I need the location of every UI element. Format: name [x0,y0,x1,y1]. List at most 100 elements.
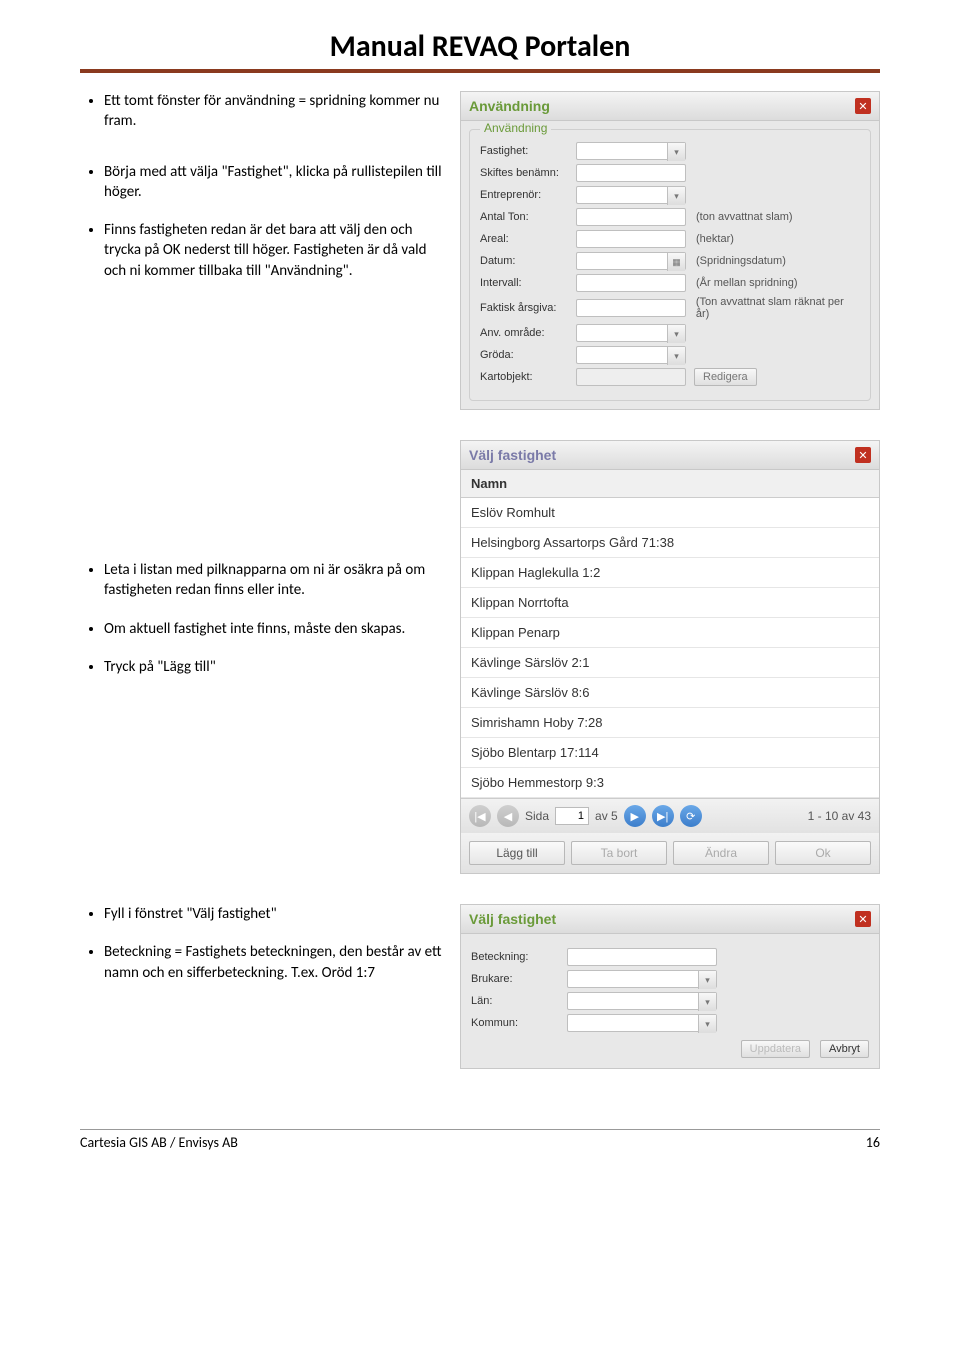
field-hint: (Spridningsdatum) [696,255,786,267]
select-property-panel: Välj fastighet ✕ Namn Eslöv RomhultHelsi… [460,440,880,874]
field-input[interactable]: ▾ [576,346,686,364]
form-row: Datum: ▦ (Spridningsdatum) [480,252,860,270]
list-item[interactable]: Kävlinge Särslöv 8:6 [461,678,879,708]
chevron-down-icon[interactable]: ▾ [667,325,685,343]
form-row: Kommun: ▾ [471,1014,869,1032]
field-input[interactable] [567,948,717,966]
field-input[interactable]: ▾ [576,142,686,160]
field-input[interactable] [576,164,686,182]
panel-title: Användning [469,98,550,114]
field-input[interactable] [576,274,686,292]
form-row: Intervall: (År mellan spridning) [480,274,860,292]
last-page-icon[interactable]: ▶| [652,805,674,827]
page-title: Manual REVAQ Portalen [80,28,880,65]
cancel-button[interactable]: Avbryt [820,1040,869,1058]
bullets-section-4: Fyll i fönstret "Välj fastighet" Beteckn… [80,904,450,983]
prev-page-icon[interactable]: ◀ [497,805,519,827]
field-hint: (hektar) [696,233,734,245]
field-label: Fastighet: [480,145,572,157]
field-label: Skiftes benämn: [480,167,572,179]
field-label: Kommun: [471,1017,563,1029]
form-row: Län: ▾ [471,992,869,1010]
next-page-icon[interactable]: ▶ [624,805,646,827]
chevron-down-icon[interactable]: ▾ [698,993,716,1011]
field-input[interactable] [576,208,686,226]
first-page-icon[interactable]: |◀ [469,805,491,827]
field-label: Entreprenör: [480,189,572,201]
edit-button[interactable]: Ändra [673,841,769,865]
refresh-icon[interactable]: ⟳ [680,805,702,827]
field-input[interactable]: ▾ [576,324,686,342]
field-hint: (Ton avvattnat slam räknat per år) [696,296,860,320]
update-button[interactable]: Uppdatera [741,1040,810,1058]
field-label: Anv. område: [480,327,572,339]
pager-label: Sida [525,809,549,823]
field-label: Gröda: [480,349,572,361]
chevron-down-icon[interactable]: ▾ [667,347,685,365]
field-label: Datum: [480,255,572,267]
chevron-down-icon[interactable]: ▾ [667,143,685,161]
bullet-text: Ett tomt fönster för användning = spridn… [104,91,450,132]
chevron-down-icon[interactable]: ▾ [667,187,685,205]
property-form-panel: Välj fastighet ✕ Beteckning:Brukare:▾Län… [460,904,880,1069]
panel-title: Välj fastighet [469,911,556,927]
chevron-down-icon[interactable]: ▾ [698,971,716,989]
add-button[interactable]: Lägg till [469,841,565,865]
page-number-input[interactable] [555,807,589,825]
list-item[interactable]: Klippan Penarp [461,618,879,648]
form-row: Areal:(hektar) [480,230,860,248]
fieldset-legend: Användning [480,121,551,135]
form-row: Entreprenör: ▾ [480,186,860,204]
field-input[interactable]: ▦ [576,252,686,270]
field-input[interactable]: ▾ [576,186,686,204]
calendar-icon[interactable]: ▦ [667,253,685,271]
form-row: Faktisk årsgiva: (Ton avvattnat slam räkn… [480,296,860,320]
field-label: Län: [471,995,563,1007]
field-hint: (År mellan spridning) [696,277,797,289]
bullet-text: Leta i listan med pilknapparna om ni är … [104,560,450,601]
form-row: Gröda: ▾ [480,346,860,364]
chevron-down-icon[interactable]: ▾ [698,1015,716,1033]
field-label: Intervall: [480,277,572,289]
field-input[interactable]: ▾ [567,992,717,1010]
field-input[interactable]: ▾ [567,1014,717,1032]
list-item[interactable]: Sjöbo Blentarp 17:114 [461,738,879,768]
list-item[interactable]: Eslöv Romhult [461,498,879,528]
edit-map-button[interactable]: Redigera [694,368,757,386]
close-icon[interactable]: ✕ [855,911,871,927]
field-label: Kartobjekt: [480,371,572,383]
field-input[interactable]: ▾ [567,970,717,988]
form-row: Antal Ton: (ton avvattnat slam) [480,208,860,226]
close-icon[interactable]: ✕ [855,98,871,114]
ok-button[interactable]: Ok [775,841,871,865]
panel-title: Välj fastighet [469,447,556,463]
field-label: Antal Ton: [480,211,572,223]
field-input[interactable] [576,230,686,248]
remove-button[interactable]: Ta bort [571,841,667,865]
list-item[interactable]: Klippan Haglekulla 1:2 [461,558,879,588]
bullet-text: Finns fastigheten redan är det bara att … [104,220,450,281]
column-header[interactable]: Namn [461,470,879,498]
field-hint: (ton avvattnat slam) [696,211,793,223]
field-input [576,368,686,386]
form-row: Skiftes benämn: [480,164,860,182]
list-item[interactable]: Simrishamn Hoby 7:28 [461,708,879,738]
form-row: Anv. område: ▾ [480,324,860,342]
list-item[interactable]: Kävlinge Särslöv 2:1 [461,648,879,678]
field-input[interactable] [576,299,686,317]
form-row: Fastighet: ▾ [480,142,860,160]
bullet-text: Fyll i fönstret "Välj fastighet" [104,904,450,924]
bullet-text: Tryck på "Lägg till" [104,657,450,677]
field-label: Brukare: [471,973,563,985]
bullets-section-1: Ett tomt fönster för användning = spridn… [80,91,450,132]
close-icon[interactable]: ✕ [855,447,871,463]
list-item[interactable]: Klippan Norrtofta [461,588,879,618]
list-item[interactable]: Helsingborg Assartorps Gård 71:38 [461,528,879,558]
field-label: Faktisk årsgiva: [480,302,572,314]
field-label: Beteckning: [471,951,563,963]
usage-panel: Användning ✕ Användning Fastighet: ▾ Skift… [460,91,880,410]
list-item[interactable]: Sjöbo Hemmestorp 9:3 [461,768,879,798]
form-row: Beteckning: [471,948,869,966]
bullet-text: Om aktuell fastighet inte finns, måste d… [104,619,450,639]
pager-range: 1 - 10 av 43 [808,809,871,823]
